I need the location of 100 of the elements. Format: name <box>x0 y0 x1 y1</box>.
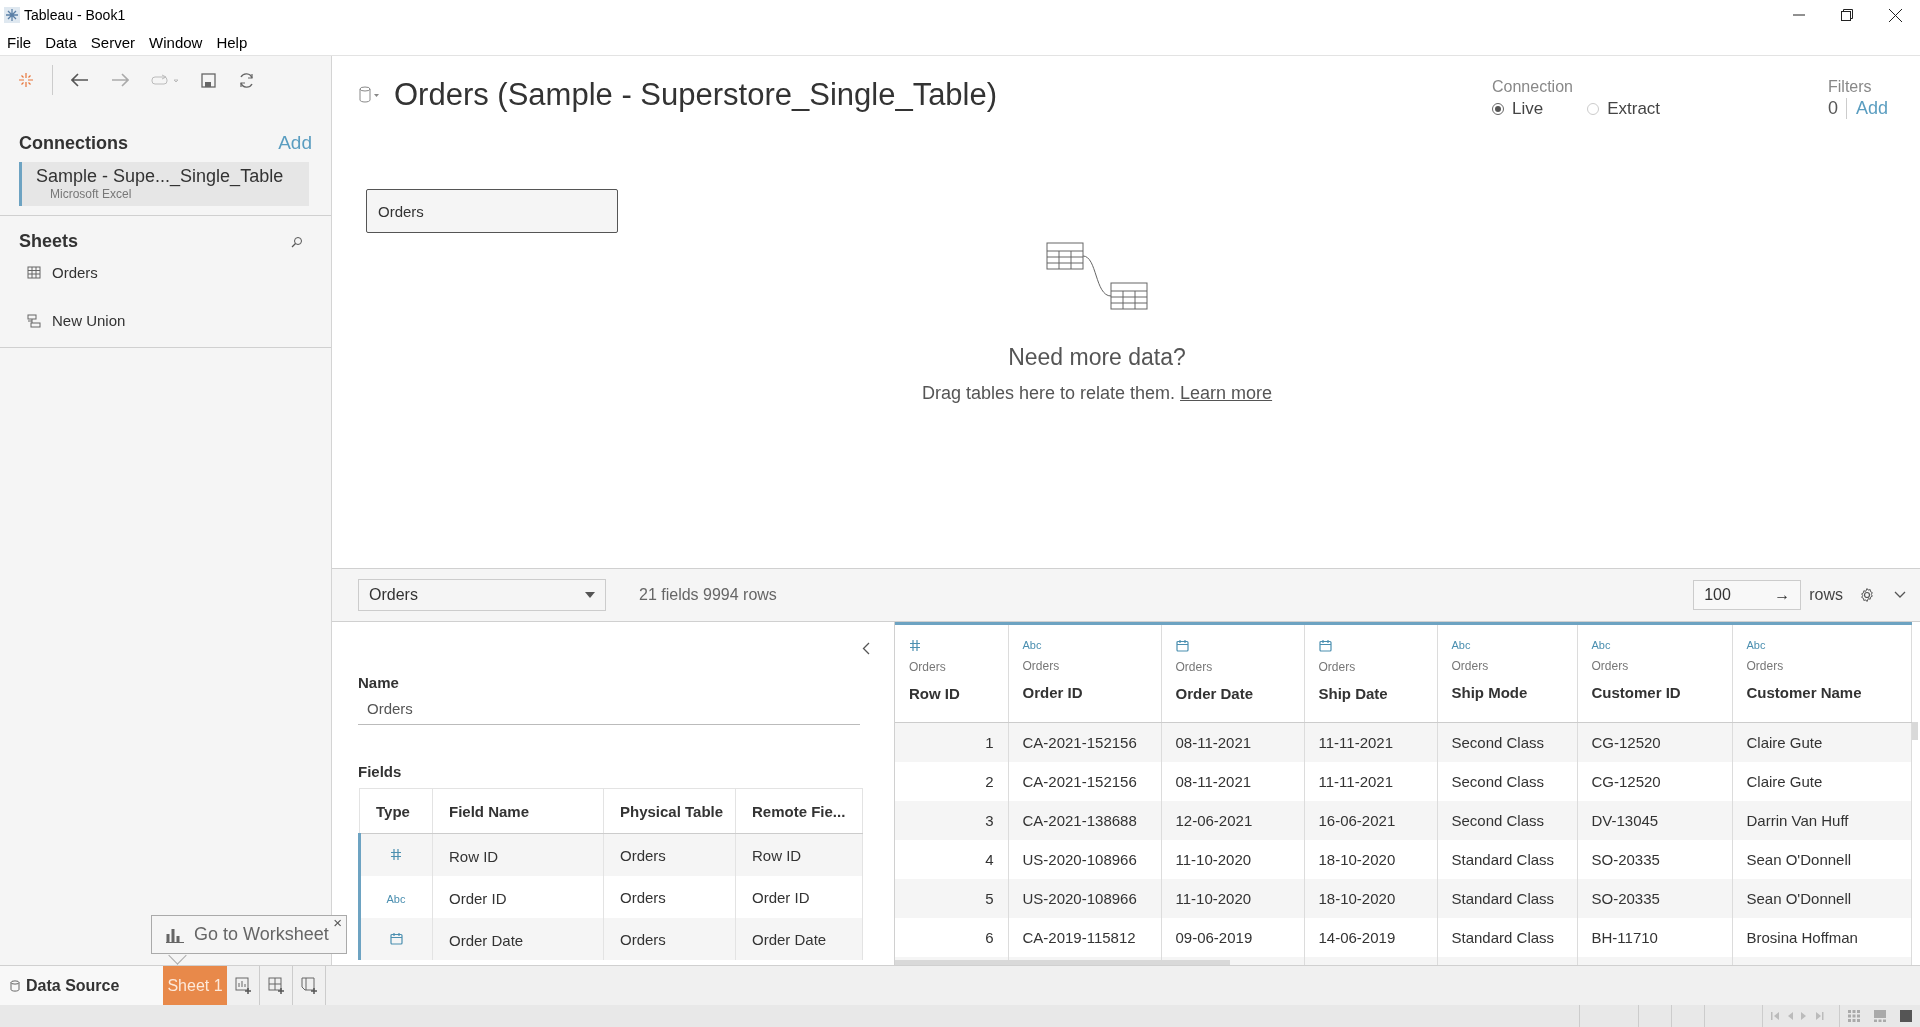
tooltip-text[interactable]: Go to Worksheet <box>194 924 329 945</box>
fields-rows-summary: 21 fields 9994 rows <box>639 586 778 604</box>
close-button[interactable]: × <box>333 914 342 931</box>
table-icon <box>27 266 41 279</box>
calendar-icon <box>1175 639 1189 652</box>
connection-name: Sample - Supe..._Single_Table <box>36 166 285 187</box>
menu-item[interactable]: Server <box>83 34 143 51</box>
rows-label: rows <box>1809 586 1843 604</box>
table-cell: CG-12520 <box>1577 722 1732 762</box>
database-icon <box>10 979 20 992</box>
table-cell: CA-2021-138688 <box>1008 801 1161 840</box>
filters-label: Filters <box>1828 78 1873 96</box>
column-header[interactable]: Remote Fie... <box>735 788 863 834</box>
table-cell: 1 <box>895 722 1008 762</box>
collapse-chevron-icon[interactable] <box>862 642 870 655</box>
new-worksheet-icon[interactable] <box>234 976 252 995</box>
column-header[interactable]: Physical Table <box>603 788 736 834</box>
table-cell: Darrin Van Huff <box>1732 801 1911 840</box>
empty-state-title: Need more data? <box>1008 344 1186 371</box>
column-header[interactable]: Row ID <box>909 685 960 702</box>
sheet-item[interactable]: New Union <box>52 312 126 329</box>
settings-icon[interactable] <box>1859 587 1875 603</box>
hash-icon <box>390 847 402 861</box>
dropdown-value: Orders <box>369 586 418 604</box>
table-cell: 11-11-2021 <box>1304 722 1437 762</box>
window-title: Tableau - Book1 <box>24 7 127 23</box>
caret-icon <box>585 592 595 598</box>
table-cell: Second Class <box>1437 722 1577 762</box>
section-heading: Connections <box>19 132 128 154</box>
calendar-icon <box>1318 639 1332 652</box>
string-type-label: Abc <box>386 892 406 905</box>
name-label: Name <box>358 674 400 691</box>
sheet-item[interactable]: Orders <box>52 264 98 281</box>
refresh-icon[interactable] <box>238 71 255 89</box>
table-cell: 12-06-2021 <box>1161 801 1304 840</box>
apply-arrow[interactable]: → <box>1774 586 1791 604</box>
data-source-title[interactable]: Orders (Sample - Superstore_Single_Table) <box>394 77 1492 113</box>
table-cell: 18-10-2020 <box>1304 879 1437 918</box>
horizontal-scrollbar[interactable] <box>895 960 1230 965</box>
table-cell: 11-10-2020 <box>1161 879 1304 918</box>
search-icon[interactable] <box>291 235 303 248</box>
column-header[interactable]: Customer ID <box>1591 684 1681 701</box>
source-table-label: Orders <box>1022 659 1060 673</box>
table-cell: US-2020-108966 <box>1008 879 1161 918</box>
learn-more-link[interactable]: Learn more <box>1180 383 1273 403</box>
menu-item[interactable]: Window <box>142 34 210 51</box>
source-table-label: Orders <box>909 660 946 674</box>
save-icon[interactable] <box>201 72 216 88</box>
hash-icon <box>909 639 921 652</box>
table-cell: 5 <box>895 879 1008 918</box>
close-icon[interactable] <box>1889 8 1902 22</box>
table-cell: Order Date <box>735 918 863 960</box>
string-type-label: Abc <box>1022 639 1042 651</box>
column-header[interactable]: Order Date <box>1175 685 1254 702</box>
fields-label: Fields <box>358 763 403 780</box>
source-table-label: Orders <box>1591 659 1629 673</box>
app-logo-icon <box>4 7 20 23</box>
section-heading: Sheets <box>19 231 79 252</box>
vertical-scrollbar[interactable] <box>1912 722 1918 740</box>
new-dashboard-icon[interactable] <box>267 976 285 995</box>
column-header[interactable]: Customer Name <box>1746 684 1862 701</box>
table-cell: SO-20335 <box>1577 879 1732 918</box>
menu-item[interactable]: File <box>0 34 39 51</box>
table-cell: Standard Class <box>1437 879 1577 918</box>
table-cell: Claire Gute <box>1732 722 1911 762</box>
table-cell: Second Class <box>1437 801 1577 840</box>
radio-button[interactable] <box>1492 103 1504 115</box>
radio-label[interactable]: Extract <box>1607 99 1661 119</box>
connection-item[interactable]: Sample - Supe..._Single_Table Microsoft Excel <box>19 162 309 206</box>
union-icon <box>27 313 41 328</box>
table-node[interactable]: Orders <box>366 189 618 233</box>
row-count-field[interactable]: 100 → <box>1693 580 1802 610</box>
empty-state-text: Drag tables here to relate them. Learn more <box>921 383 1273 404</box>
table-cell: DV-13045 <box>1577 801 1732 840</box>
new-story-icon[interactable] <box>300 976 318 995</box>
chevron-down-icon[interactable] <box>1894 591 1906 599</box>
radio-label[interactable]: Live <box>1512 99 1544 119</box>
string-type-label: Abc <box>1451 639 1471 651</box>
back-arrow-icon[interactable] <box>71 73 89 87</box>
data-source-tab[interactable]: Data Source <box>0 966 163 1005</box>
column-header[interactable]: Field Name <box>432 788 604 834</box>
column-header[interactable]: Ship Date <box>1318 685 1388 702</box>
column-header[interactable]: Order ID <box>1022 684 1083 701</box>
table-cell: 08-11-2021 <box>1161 722 1304 762</box>
table-cell: Order Date <box>432 918 604 960</box>
filters-count: 0 <box>1828 98 1847 119</box>
menu-item[interactable]: Data <box>38 34 84 51</box>
column-header[interactable]: Type <box>359 788 433 834</box>
column-header[interactable]: Ship Mode <box>1451 684 1528 701</box>
source-table-label: Orders <box>1451 659 1489 673</box>
row-count-value: 100 <box>1704 586 1731 604</box>
calendar-icon <box>389 931 403 945</box>
menu-item[interactable]: Help <box>209 34 255 51</box>
restore-icon[interactable] <box>1841 8 1853 21</box>
table-cell: Row ID <box>432 833 604 876</box>
table-dropdown[interactable]: Orders <box>358 579 606 611</box>
table-name-field[interactable]: Orders <box>358 700 860 725</box>
connection-type: Microsoft Excel <box>49 187 133 201</box>
database-dropdown-icon[interactable] <box>358 86 380 104</box>
table-cell: Row ID <box>735 833 863 876</box>
